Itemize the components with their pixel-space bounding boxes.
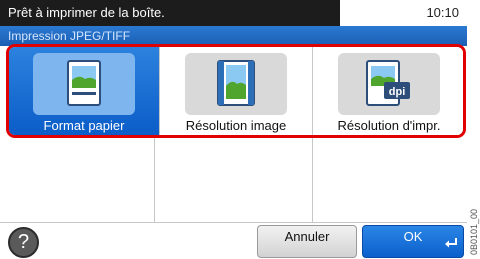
option-divider <box>159 47 160 135</box>
ok-button[interactable]: OK <box>362 225 464 258</box>
status-message: Prêt à imprimer de la boîte. <box>0 0 340 26</box>
figure-code: 0B0101_00 <box>469 208 479 255</box>
options-selection-frame: Format papier Résolution image dpi Résol… <box>6 44 466 138</box>
paper-size-icon <box>67 60 101 111</box>
option-divider <box>312 47 313 135</box>
clock: 10:10 <box>426 5 459 20</box>
option-image-resolution[interactable]: Résolution image <box>160 47 312 135</box>
help-button[interactable]: ? <box>8 227 39 258</box>
grid-divider <box>312 138 313 222</box>
device-screen: Prêt à imprimer de la boîte. 10:10 Impre… <box>0 0 467 259</box>
image-resolution-icon <box>217 60 255 111</box>
grid-divider <box>154 138 155 222</box>
screen-title: Impression JPEG/TIFF <box>0 26 467 46</box>
option-label: Format papier <box>43 118 125 133</box>
option-label: Résolution image <box>185 118 287 133</box>
dpi-badge: dpi <box>389 86 406 98</box>
bottom-bar: ? Annuler OK <box>0 222 467 259</box>
status-bar: Prêt à imprimer de la boîte. 10:10 <box>0 0 467 27</box>
print-resolution-icon: dpi <box>366 60 412 111</box>
option-paper-size[interactable]: Format papier <box>9 47 159 135</box>
option-print-resolution[interactable]: dpi Résolution d'impr. <box>314 47 463 135</box>
enter-icon <box>444 236 458 254</box>
ok-button-label: OK <box>403 229 423 244</box>
option-label: Résolution d'impr. <box>337 118 441 133</box>
cancel-button-label: Annuler <box>284 229 330 244</box>
cancel-button[interactable]: Annuler <box>257 225 357 258</box>
